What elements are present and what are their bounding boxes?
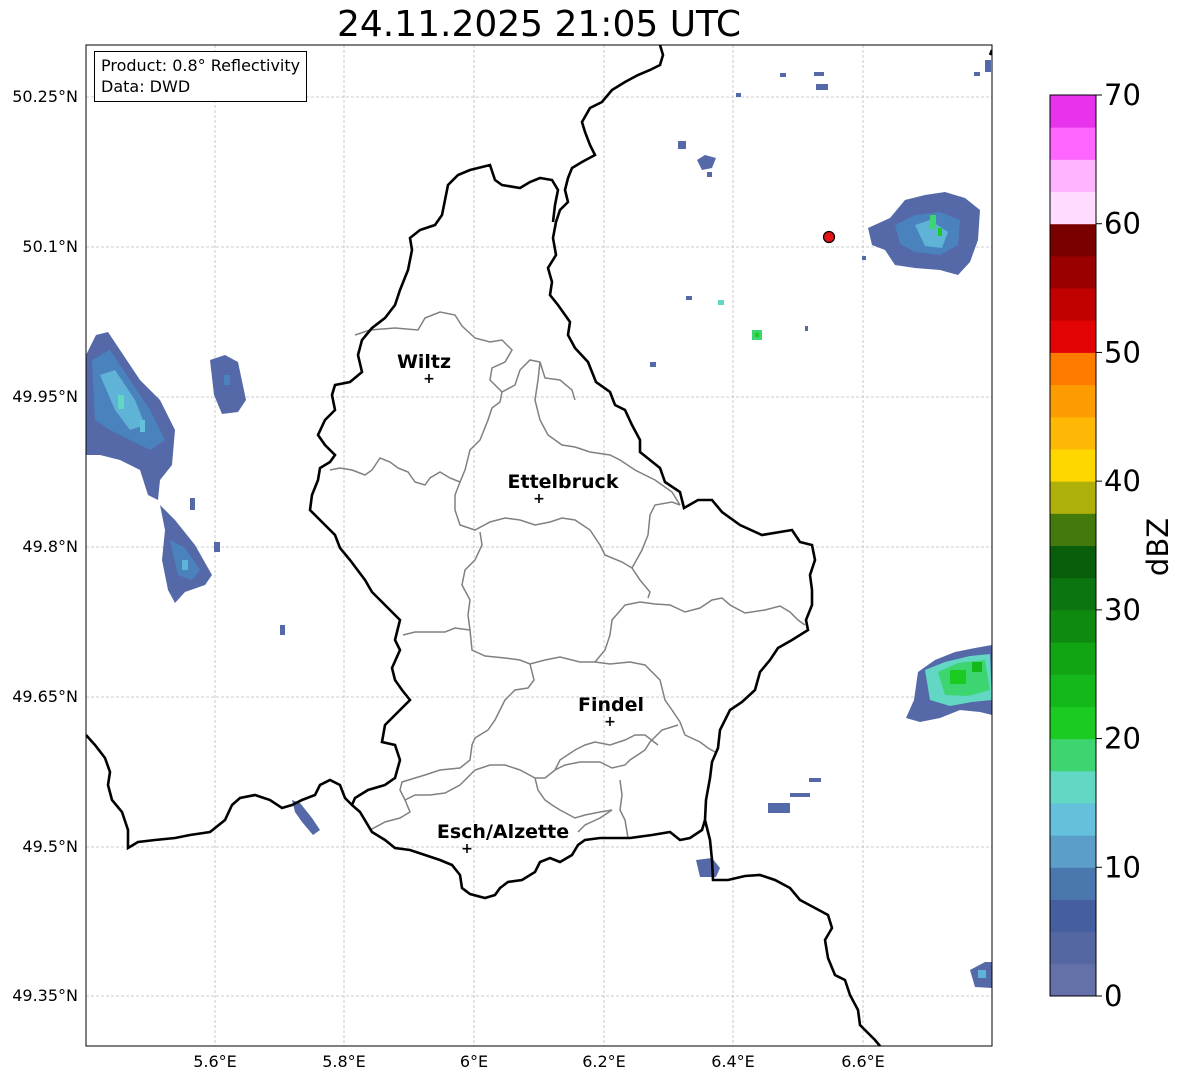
colorbar-swatch [1050,223,1096,257]
city-marker-icon: + [533,491,545,507]
longitude-tick: 6°E [460,1052,488,1071]
city-esch-alzette: Esch/Alzette + [437,821,569,857]
colorbar-label: dBZ [1141,518,1175,576]
colorbar-tick-label: 10 [1104,850,1141,884]
echo-cluster-northeast [650,60,991,367]
latitude-tick: 49.35°N [12,986,78,1005]
city-marker-icon: + [423,371,435,387]
colorbar-swatch [1050,95,1096,128]
longitude-tick: 5.6°E [193,1052,237,1071]
colorbar-swatch [1050,867,1096,900]
colorbar-swatch [1050,770,1096,804]
colorbar-swatch [1050,642,1096,675]
colorbar-swatch [1050,609,1096,643]
colorbar-swatch [1050,738,1096,772]
product-text: Product: 0.8° Reflectivity [101,56,301,75]
colorbar-swatch [1050,963,1096,997]
colorbar-swatch [1050,352,1096,386]
colorbar-swatch [1050,255,1096,289]
colorbar-swatch [1050,513,1096,546]
colorbar-swatch [1050,931,1096,965]
latitude-tick: 49.65°N [12,687,78,706]
colorbar-swatch [1050,706,1096,740]
longitude-tick: 6.4°E [711,1052,755,1071]
colorbar-swatch [1050,416,1096,450]
latitude-tick: 49.5°N [22,837,78,856]
latitude-tick: 49.95°N [12,387,78,406]
data-source-text: Data: DWD [101,77,191,96]
radar-site-marker [822,230,836,244]
national-borders [86,45,992,1046]
echo-cluster-east [696,645,992,988]
longitude-tick: 5.8°E [322,1052,366,1071]
longitude-axis: 5.6°E 5.8°E 6°E 6.2°E 6.4°E 6.6°E [193,1052,885,1071]
colorbar-tick-label: 40 [1104,464,1141,498]
city-label: Esch/Alzette [437,821,569,843]
colorbar-swatch [1050,159,1096,193]
city-marker-icon: + [604,714,616,730]
info-box: Product: 0.8° Reflectivity Data: DWD [94,51,308,102]
colorbar-swatch [1050,191,1096,225]
city-markers: Wiltz + Ettelbruck + Findel + Esch/Alzet… [397,351,644,857]
city-label: Ettelbruck [508,471,619,493]
colorbar: 0 10 20 30 40 50 60 70 dBZ [1049,78,1175,1013]
colorbar-swatch [1050,320,1096,353]
cantonal-borders [329,311,806,839]
city-ettelbruck: Ettelbruck + [508,471,619,507]
colorbar-tick-label: 20 [1104,722,1141,756]
city-marker-icon: + [461,841,473,857]
colorbar-tick-label: 60 [1104,207,1141,241]
map-gridlines [86,45,992,1046]
colorbar-tick-label: 30 [1104,593,1141,627]
colorbar-ticks: 0 10 20 30 40 50 60 70 [1096,78,1141,1013]
colorbar-swatch [1050,674,1096,707]
city-wiltz: Wiltz + [397,351,451,387]
colorbar-tick-label: 70 [1104,78,1141,112]
colorbar-swatch [1050,448,1096,482]
city-label: Wiltz [397,351,451,373]
latitude-tick: 50.25°N [12,87,78,106]
latitude-axis: 50.25°N 50.1°N 49.95°N 49.8°N 49.65°N 49… [12,87,78,1005]
colorbar-swatch [1050,545,1096,579]
radar-map: Wiltz + Ettelbruck + Findel + Esch/Alzet… [12,44,1175,1071]
city-findel: Findel + [578,694,644,730]
colorbar-tick-label: 50 [1104,335,1141,369]
latitude-tick: 49.8°N [22,537,78,556]
colorbar-swatch [1050,835,1096,868]
colorbar-swatch [1050,127,1096,160]
latitude-tick: 50.1°N [22,237,78,256]
map-frame [85,44,993,1047]
colorbar-swatch [1050,288,1096,321]
echo-cluster-west [86,332,320,835]
colorbar-swatch [1050,899,1096,933]
longitude-tick: 6.6°E [841,1052,885,1071]
colorbar-swatch [1050,384,1096,418]
colorbar-swatches [1050,95,1096,997]
colorbar-tick-label: 0 [1104,979,1122,1013]
colorbar-swatch [1050,481,1096,514]
colorbar-swatch [1050,577,1096,611]
city-label: Findel [578,694,644,716]
longitude-tick: 6.2°E [582,1052,626,1071]
colorbar-swatch [1050,802,1096,836]
